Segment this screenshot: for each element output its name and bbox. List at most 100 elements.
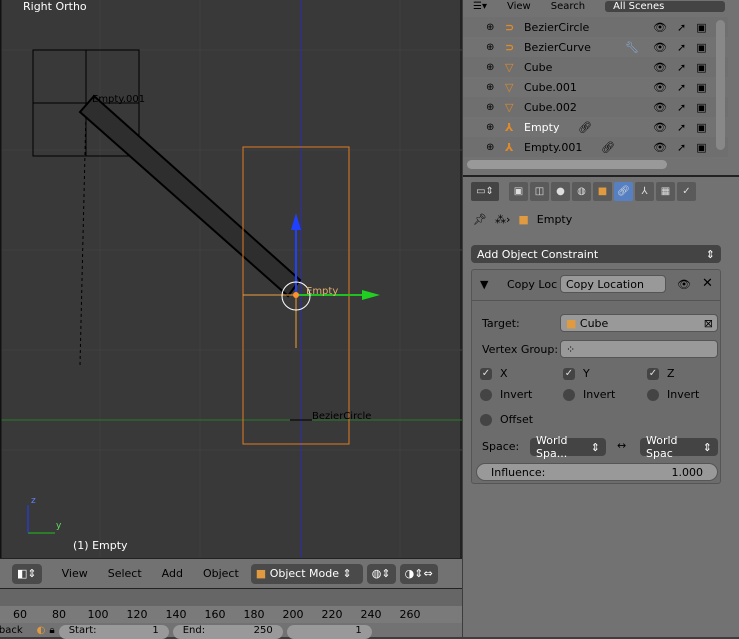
eye-icon[interactable]: 👁︎ [653,141,667,154]
frame-tick: 260 [399,608,421,621]
outliner-menu-search[interactable]: Search [551,1,585,12]
constraint-link-icon[interactable]: 🔗︎ [601,141,615,154]
offset-checkbox[interactable]: Offset [480,413,533,426]
invert-x-checkbox[interactable]: Invert [480,388,532,401]
eye-icon[interactable]: 👁︎ [677,278,691,291]
delete-constraint-icon[interactable]: ✕ [702,276,713,291]
frame-ruler[interactable]: 60 80 100 120 140 160 180 200 220 240 26… [0,606,462,623]
add-constraint-select[interactable]: Add Object Constraint ⇕ [471,245,721,263]
vertex-group-icon: ⁘ [566,342,576,356]
eye-icon[interactable]: 👁︎ [653,41,667,54]
expand-icon[interactable]: ⊕ [486,142,494,153]
item-name: Empty.001 [524,140,583,154]
outliner[interactable]: ☰▾ View Search All Scenes ⊕ ⊃ BezierCircle… [463,0,739,175]
vertex-group-field[interactable]: ⁘ [560,340,718,358]
cursor-icon[interactable]: ➚ [677,121,686,134]
display-mode-icon[interactable]: ☰▾ [473,1,487,12]
render-icon[interactable]: ▣ [696,101,706,114]
invert-z-checkbox[interactable]: Invert [647,388,699,401]
outliner-row-cube[interactable]: ⊕ ▽ Cube 👁︎ ➚ ▣ [463,57,728,77]
expand-icon[interactable]: ⊕ [486,62,494,73]
menu-view[interactable]: View [54,567,96,580]
pivot-select[interactable]: ◑ ⇕⇔ [399,563,438,584]
render-icon[interactable]: ▣ [696,21,706,34]
outliner-row-beziercircle[interactable]: ⊕ ⊃ BezierCircle 👁︎ ➚ ▣ [463,17,728,37]
cursor-icon[interactable]: ➚ [677,141,686,154]
constraint-name-input[interactable]: Copy Location [560,275,666,293]
cursor-icon[interactable]: ➚ [677,101,686,114]
render-icon[interactable]: ▣ [696,41,706,54]
add-constraint-label: Add Object Constraint [477,247,599,261]
constraint-link-icon[interactable]: 🔗︎ [578,121,592,134]
editor-type-button[interactable]: ▭⇕ [471,182,499,201]
eye-icon[interactable]: 👁︎ [653,81,667,94]
target-space-select[interactable]: World Spac ⇕ [640,434,718,460]
object-icon: ■ [518,213,529,226]
outliner-row-cube002[interactable]: ⊕ ▽ Cube.002 👁︎ ➚ ▣ [463,97,728,117]
render-icon[interactable]: ▣ [696,61,706,74]
clear-target-icon[interactable]: ⊠ [704,317,713,330]
eye-icon[interactable]: 👁︎ [653,61,667,74]
expand-icon[interactable]: ⊕ [486,22,494,33]
outliner-row-empty[interactable]: ⊕ ⅄ Empty 🔗︎ 👁︎ ➚ ▣ [463,117,728,137]
world-tab-icon[interactable]: ◍ [572,182,591,201]
render-tab-icon[interactable]: ▣ [509,182,528,201]
horizontal-scrollbar[interactable] [467,160,667,169]
render-icon[interactable]: ▣ [696,121,706,134]
outliner-menu-view[interactable]: View [507,1,531,12]
menu-select[interactable]: Select [100,567,150,580]
owner-space-select[interactable]: World Spa... ⇕ [530,434,606,460]
cursor-icon[interactable]: ➚ [677,21,686,34]
texture-tab-icon[interactable]: ▦ [656,182,675,201]
object-data-tab-icon[interactable]: ⅄ [635,182,654,201]
expand-icon[interactable]: ⊕ [486,42,494,53]
influence-slider[interactable]: Influence: 1.000 [476,463,718,481]
bezier-label: BezierCircle [312,411,372,422]
curve-icon: ⊃ [505,20,515,34]
influence-value: 1.000 [671,465,704,479]
relationship-line [79,109,87,366]
viewport-shading-select[interactable]: ◍ ⇕ [366,563,396,584]
cursor-icon[interactable]: ➚ [677,61,686,74]
use-y-checkbox[interactable]: ✓ Y [563,367,590,380]
axis-z-label: z [31,496,36,506]
collapse-triangle-icon[interactable]: ▼ [480,278,488,291]
object-tab-icon[interactable]: ■ [593,182,612,201]
eye-icon[interactable]: 👁︎ [653,121,667,134]
eye-icon[interactable]: 👁︎ [653,101,667,114]
wrench-icon[interactable]: 🔧︎ [625,41,639,54]
3d-viewport[interactable]: Right Ortho Empty.001 Empty BezierCircle… [0,0,462,558]
expand-icon[interactable]: ⊕ [486,122,494,133]
mode-select[interactable]: ■ Object Mode ⇕ [250,563,363,584]
use-x-checkbox[interactable]: ✓ X [480,367,508,380]
render-icon[interactable]: ▣ [696,141,706,154]
constraints-tab-icon[interactable]: 🔗︎ [614,182,633,201]
physics-tab-icon[interactable]: ✓ [677,182,696,201]
frame-tick: 160 [204,608,226,621]
outliner-row-empty001[interactable]: ⊕ ⅄ Empty.001 🔗︎ 👁︎ ➚ ▣ [463,137,728,157]
use-z-checkbox[interactable]: ✓ Z [647,367,675,380]
expand-icon[interactable]: ⊕ [486,82,494,93]
scene-tab-icon[interactable]: ● [551,182,570,201]
owner-space-value: World Spa... [536,434,568,460]
cursor-icon[interactable]: ➚ [677,81,686,94]
outliner-row-beziercurve[interactable]: ⊕ ⊃ BezierCurve 🔧︎ 👁︎ ➚ ▣ [463,37,728,57]
offset-label: Offset [500,413,534,426]
menu-add[interactable]: Add [154,567,191,580]
render-layers-tab-icon[interactable]: ◫ [530,182,549,201]
invert-y-checkbox[interactable]: Invert [563,388,615,401]
target-field[interactable]: ■ Cube ⊠ [560,314,718,332]
expand-icon[interactable]: ⊕ [486,102,494,113]
timeline-editor[interactable]: 60 80 100 120 140 160 180 200 220 240 26… [0,588,462,639]
menu-object[interactable]: Object [195,567,247,580]
scene-filter-select[interactable]: All Scenes [605,1,726,12]
outliner-row-cube001[interactable]: ⊕ ▽ Cube.001 👁︎ ➚ ▣ [463,77,728,97]
cube-icon: ■ [566,316,577,330]
editor-type-button[interactable]: ◧ ⇕ [12,563,42,584]
pin-icon[interactable]: 📌︎ [473,213,487,226]
eye-icon[interactable]: 👁︎ [653,21,667,34]
cursor-icon[interactable]: ➚ [677,41,686,54]
render-icon[interactable]: ▣ [696,81,706,94]
invert-label: Invert [583,388,616,401]
vertical-scrollbar[interactable] [716,20,725,150]
